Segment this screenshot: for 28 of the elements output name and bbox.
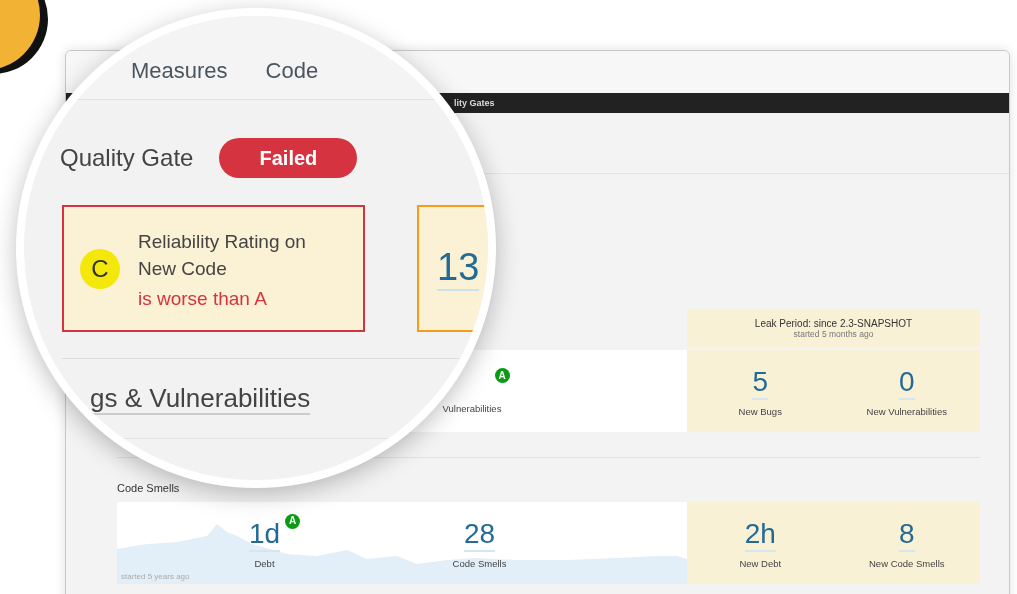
measure-value[interactable]: 5: [752, 365, 769, 400]
rating-badge: C: [80, 248, 120, 289]
measure-value[interactable]: 2h: [744, 517, 776, 552]
measure-value[interactable]: 28: [463, 517, 496, 552]
nav-tab[interactable]: Measures: [131, 57, 228, 84]
measure-label: New Debt: [739, 557, 782, 569]
section-title: gs & Vulnerabilities: [90, 383, 311, 414]
measure-label: Debt: [254, 557, 275, 569]
nav-link[interactable]: lity Gates: [454, 98, 495, 108]
quality-gate-title: Quality Gate: [60, 144, 194, 172]
rating-badge: A: [494, 368, 510, 383]
measure-label: Code Smells: [452, 557, 507, 569]
leak-period-subtitle: started 5 months ago: [793, 328, 874, 339]
history-note: started 5 years ago: [121, 572, 190, 581]
condition-text: is worse than A: [138, 287, 268, 310]
section-title: Code Smells: [117, 482, 181, 494]
leak-period-title: Leak Period: since 2.3-SNAPSHOT: [754, 317, 913, 329]
measure-value[interactable]: 0: [898, 365, 915, 400]
measure-label: Vulnerabilities: [442, 403, 502, 414]
measure-value[interactable]: 8: [898, 517, 915, 552]
rating-badge: A: [285, 513, 301, 529]
measure-label: New Bugs: [738, 405, 782, 417]
nav-tab[interactable]: Code: [265, 57, 319, 84]
measure-label: New Vulnerabilities: [866, 405, 947, 417]
measure-label: New Code Smells: [869, 557, 945, 569]
condition-value[interactable]: 13: [437, 246, 480, 291]
status-badge: Failed: [219, 138, 358, 178]
condition-metric: Reliability Rating on New Code: [138, 229, 307, 281]
